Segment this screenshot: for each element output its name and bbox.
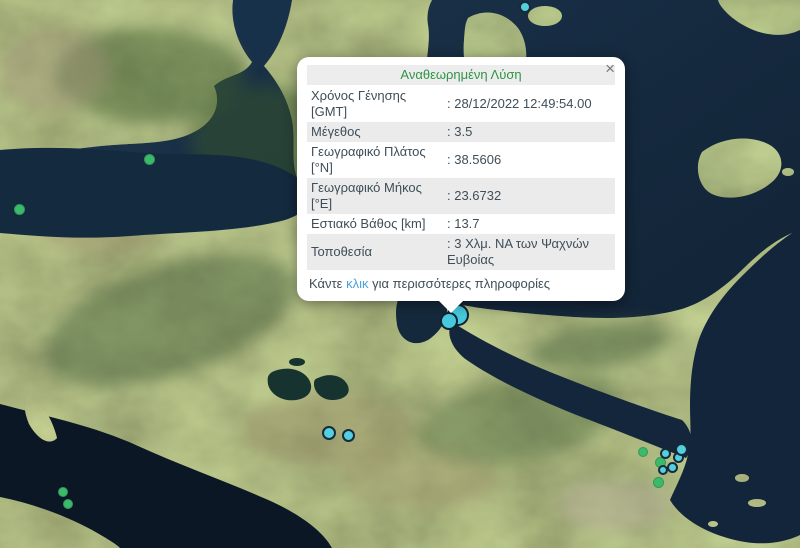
field-value: : 3 Χλμ. ΝΑ των Ψαχνών Ευβοίας xyxy=(443,234,615,270)
field-label: Μέγεθος xyxy=(307,122,443,142)
field-value: : 13.7 xyxy=(443,214,615,234)
popup-row: Γεωγραφικό Μήκος [°E]: 23.6732 xyxy=(307,178,615,214)
recent-earthquake-marker[interactable] xyxy=(519,1,531,13)
recent-earthquake-marker[interactable] xyxy=(658,465,668,475)
recent-earthquake-marker[interactable] xyxy=(675,443,688,456)
popup-row: Μέγεθος: 3.5 xyxy=(307,122,615,142)
popup-row: Τοποθεσία: 3 Χλμ. ΝΑ των Ψαχνών Ευβοίας xyxy=(307,234,615,270)
field-label: Εστιακό Βάθος [km] xyxy=(307,214,443,234)
popup-close-button[interactable]: × xyxy=(605,61,615,77)
field-label: Τοποθεσία xyxy=(307,234,443,270)
recent-earthquake-marker[interactable] xyxy=(660,448,671,459)
recent-earthquake-marker[interactable] xyxy=(342,429,355,442)
field-label: Χρόνος Γένησης [GMT] xyxy=(307,86,443,122)
popup-row: Γεωγραφικό Πλάτος [°N]: 38.5606 xyxy=(307,142,615,178)
older-earthquake-marker[interactable] xyxy=(58,487,68,497)
more-info-link[interactable]: κλικ xyxy=(346,276,368,291)
footer-text-prefix: Κάντε xyxy=(309,276,346,291)
popup-row: Εστιακό Βάθος [km]: 13.7 xyxy=(307,214,615,234)
recent-earthquake-marker[interactable] xyxy=(322,426,336,440)
field-value: : 38.5606 xyxy=(443,142,615,178)
selected-earthquake-marker[interactable] xyxy=(440,312,458,330)
recent-earthquake-marker[interactable] xyxy=(667,462,678,473)
popup-row: Χρόνος Γένησης [GMT]: 28/12/2022 12:49:5… xyxy=(307,86,615,122)
popup-title: Αναθεωρημένη Λύση xyxy=(307,65,615,85)
footer-text-suffix: για περισσότερες πληροφορίες xyxy=(368,276,550,291)
event-details-table: Χρόνος Γένησης [GMT]: 28/12/2022 12:49:5… xyxy=(307,86,615,270)
older-earthquake-marker[interactable] xyxy=(144,154,155,165)
popup-footer: Κάντε κλικ για περισσότερες πληροφορίες xyxy=(307,274,615,292)
field-value: : 3.5 xyxy=(443,122,615,142)
event-popup: × Αναθεωρημένη Λύση Χρόνος Γένησης [GMT]… xyxy=(297,57,625,301)
older-earthquake-marker[interactable] xyxy=(14,204,25,215)
popup-table-body: Χρόνος Γένησης [GMT]: 28/12/2022 12:49:5… xyxy=(307,86,615,270)
field-value: : 23.6732 xyxy=(443,178,615,214)
field-value: : 28/12/2022 12:49:54.00 xyxy=(443,86,615,122)
field-label: Γεωγραφικό Μήκος [°E] xyxy=(307,178,443,214)
field-label: Γεωγραφικό Πλάτος [°N] xyxy=(307,142,443,178)
map-canvas[interactable]: × Αναθεωρημένη Λύση Χρόνος Γένησης [GMT]… xyxy=(0,0,800,548)
older-earthquake-marker[interactable] xyxy=(653,477,664,488)
older-earthquake-marker[interactable] xyxy=(638,447,648,457)
older-earthquake-marker[interactable] xyxy=(63,499,73,509)
